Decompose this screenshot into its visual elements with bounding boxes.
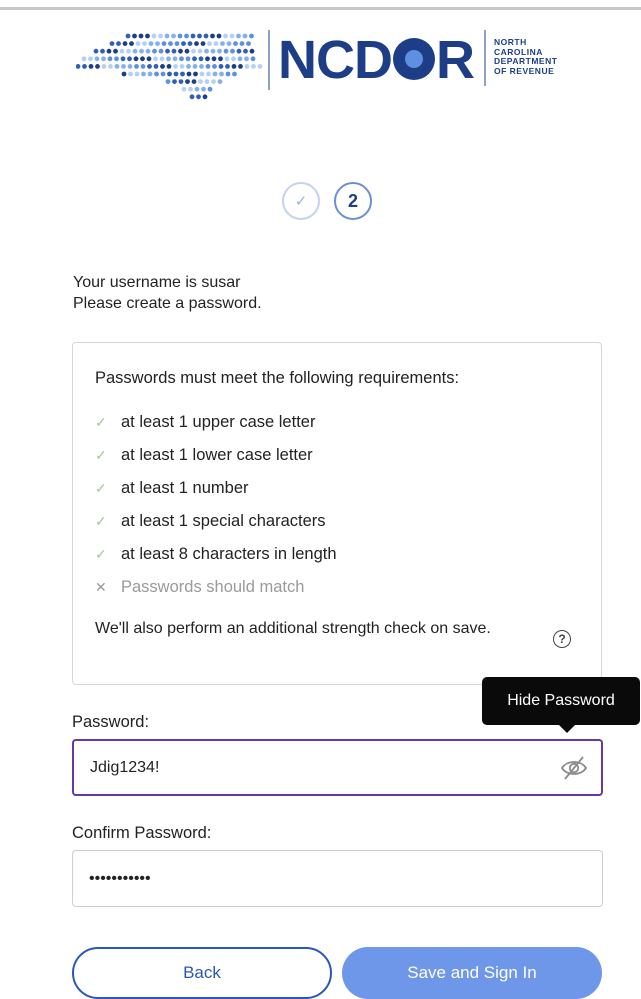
step-2-current: 2 xyxy=(334,182,372,220)
requirement-special: ✓ at least 1 special characters xyxy=(95,512,326,530)
requirements-list: ✓ at least 1 upper case letter ✓ at least … xyxy=(95,406,337,604)
save-and-sign-in-button[interactable]: Save and Sign In xyxy=(342,947,602,999)
step-1-complete: ✓ xyxy=(282,182,320,220)
password-label: Password: xyxy=(72,713,150,731)
intro-text: Your username is susar Please create a p… xyxy=(73,272,262,314)
strength-check-note: We'll also perform an additional strengt… xyxy=(95,620,491,637)
check-icon: ✓ xyxy=(95,414,107,430)
username-line: Your username is susar xyxy=(73,274,241,291)
x-icon: ✕ xyxy=(95,579,107,595)
password-field[interactable] xyxy=(72,739,603,796)
password-input[interactable] xyxy=(90,741,540,794)
check-icon: ✓ xyxy=(95,480,107,496)
confirm-password-field[interactable] xyxy=(72,850,603,907)
back-button[interactable]: Back xyxy=(72,947,332,999)
check-icon: ✓ xyxy=(95,447,107,463)
eye-slash-icon[interactable] xyxy=(559,754,589,782)
requirement-length: ✓ at least 8 characters in length xyxy=(95,545,337,563)
logo-divider-2 xyxy=(484,30,486,86)
requirement-match: ✕ Passwords should match xyxy=(95,578,305,596)
logo-divider xyxy=(268,30,270,90)
confirm-password-input[interactable] xyxy=(89,851,539,906)
requirements-title: Passwords must meet the following requir… xyxy=(95,369,460,387)
ncdor-logo-text: NCD R xyxy=(278,30,475,90)
create-password-line: Please create a password. xyxy=(73,295,262,312)
top-divider xyxy=(0,7,641,10)
help-icon[interactable]: ? xyxy=(553,630,571,648)
requirement-lowercase: ✓ at least 1 lower case letter xyxy=(95,446,313,464)
logo-subtitle: NORTH CAROLINA DEPARTMENT OF REVENUE xyxy=(494,37,558,76)
check-icon: ✓ xyxy=(95,513,107,529)
requirement-number: ✓ at least 1 number xyxy=(95,479,249,497)
check-icon: ✓ xyxy=(95,546,107,562)
hide-password-tooltip: Hide Password xyxy=(482,677,640,733)
step-indicator: ✓ 2 xyxy=(282,182,372,220)
password-requirements-panel: Passwords must meet the following requir… xyxy=(72,342,602,685)
confirm-password-label: Confirm Password: xyxy=(72,824,212,842)
requirement-uppercase: ✓ at least 1 upper case letter xyxy=(95,413,316,431)
nc-map-logo-icon xyxy=(76,33,263,100)
